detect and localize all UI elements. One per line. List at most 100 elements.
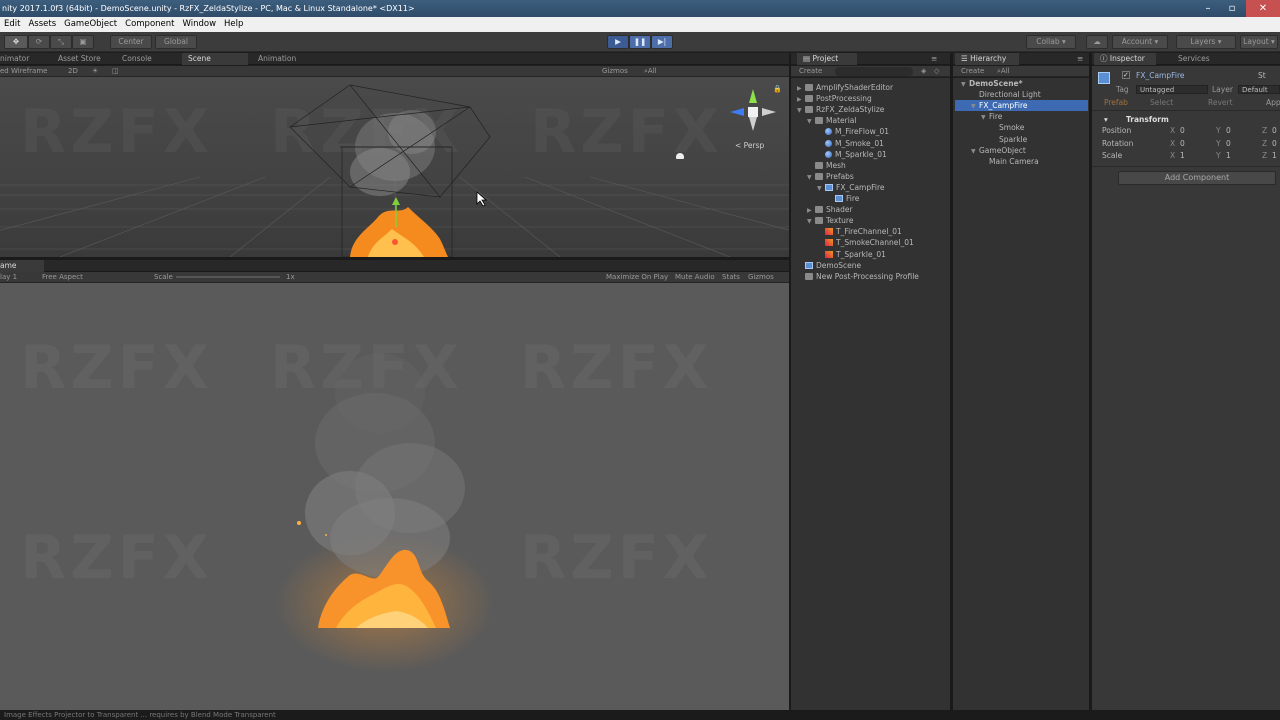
prefab-revert-button[interactable]: Revert [1208,98,1233,107]
project-item[interactable]: ▼ FX_CampFire [817,182,885,193]
rect-tool-icon[interactable]: ▣ [72,35,94,49]
stats-toggle[interactable]: Stats [722,272,740,283]
project-search-input[interactable] [835,67,913,76]
project-item[interactable]: ▶ AmplifyShaderEditor [797,82,893,93]
layer-dropdown[interactable]: Default [1238,85,1280,94]
collab-button[interactable]: Collab ▾ [1026,35,1076,49]
tag-dropdown[interactable]: Untagged [1136,85,1208,94]
project-item[interactable]: ▼ Texture [807,215,853,226]
aspect-dropdown[interactable]: Free Aspect [42,272,83,283]
transform-y-field[interactable]: 1 [1226,151,1231,160]
hierarchy-item[interactable]: Smoke [991,122,1024,133]
scale-slider[interactable] [176,276,280,278]
project-item[interactable]: ▼ RzFX_ZeldaStylize [797,104,884,115]
hierarchy-create-dropdown[interactable]: Create [961,66,984,77]
menu-assets[interactable]: Assets [28,17,56,32]
display-dropdown[interactable]: lay 1 [0,272,17,283]
transform-z-field[interactable]: 0 [1272,126,1277,135]
project-item[interactable]: New Post-Processing Profile [797,271,919,282]
transform-y-field[interactable]: 0 [1226,126,1231,135]
filter-icon[interactable]: ◈ [921,66,926,77]
menu-window[interactable]: Window [183,17,217,32]
project-item[interactable]: Mesh [807,160,846,171]
scene-search-input[interactable]: ⌕All [644,66,657,77]
transform-y-field[interactable]: 0 [1226,139,1231,148]
object-name-field[interactable]: FX_CampFire [1136,71,1185,80]
add-component-button[interactable]: Add Component [1118,171,1276,185]
project-item[interactable]: T_FireChannel_01 [817,226,902,237]
persp-label[interactable]: < Persp [735,141,764,150]
hierarchy-item[interactable]: ▼ FX_CampFire [971,100,1028,111]
project-item[interactable]: T_SmokeChannel_01 [817,237,914,248]
tab-animator[interactable]: nimator [0,53,35,65]
layers-dropdown[interactable]: Layers ▾ [1176,35,1236,49]
tab-project[interactable]: ▤ Project [797,53,857,65]
hierarchy-search-input[interactable]: ⌕All [997,66,1010,77]
tab-game[interactable]: ame [0,260,44,272]
tab-asset-store[interactable]: Asset Store [52,53,107,65]
project-item[interactable]: T_Sparkle_01 [817,249,886,260]
transform-header[interactable]: Transform [1126,115,1169,124]
hierarchy-item[interactable]: Directional Light [971,89,1041,100]
lighting-icon[interactable]: ☀ [92,66,98,77]
close-icon[interactable]: ✕ [1246,0,1280,17]
tab-hierarchy[interactable]: ☰ Hierarchy [955,53,1019,65]
project-create-dropdown[interactable]: Create [799,66,822,77]
step-button[interactable]: ▶| [651,35,673,49]
prefab-apply-button[interactable]: App [1266,98,1280,107]
menu-edit[interactable]: Edit [4,17,20,32]
directional-light-icon[interactable] [676,153,684,159]
transform-x-field[interactable]: 0 [1180,126,1185,135]
hierarchy-item[interactable]: Main Camera [981,156,1039,167]
hierarchy-item[interactable]: Sparkle [991,134,1027,145]
project-item[interactable]: DemoScene [797,260,861,271]
transform-x-field[interactable]: 0 [1180,139,1185,148]
project-item[interactable]: M_FireFlow_01 [817,126,889,137]
project-item[interactable]: ▶ Shader [807,204,853,215]
tag-filter-icon[interactable]: ◇ [934,66,939,77]
layout-dropdown[interactable]: Layout ▾ [1240,35,1278,49]
account-dropdown[interactable]: Account ▾ [1112,35,1168,49]
tree-arrow-icon[interactable]: ▼ [971,146,979,157]
menu-gameobject[interactable]: GameObject [64,17,117,32]
mute-audio-toggle[interactable]: Mute Audio [675,272,715,283]
project-item[interactable]: M_Sparkle_01 [817,149,887,160]
transform-z-field[interactable]: 1 [1272,151,1277,160]
hierarchy-item[interactable]: ▼ GameObject [971,145,1026,156]
active-checkbox[interactable]: ✓ [1122,71,1130,79]
hierarchy-item[interactable]: ▼ DemoScene* [961,78,1023,89]
tree-arrow-icon[interactable]: ▼ [797,105,805,116]
tab-services[interactable]: Services [1172,53,1216,65]
tab-console[interactable]: Console [116,53,158,65]
menu-help[interactable]: Help [224,17,243,32]
tree-arrow-icon[interactable]: ▼ [807,216,815,227]
project-item[interactable]: ▼ Prefabs [807,171,854,182]
hierarchy-item[interactable]: ▼ Fire [981,111,1002,122]
transform-x-field[interactable]: 1 [1180,151,1185,160]
project-item[interactable]: ▶ PostProcessing [797,93,872,104]
menu-component[interactable]: Component [125,17,174,32]
scale-tool-icon[interactable]: ⤡ [50,35,72,49]
project-item[interactable]: ▼ Material [807,115,856,126]
project-item[interactable]: Fire [827,193,859,204]
project-item[interactable]: M_Smoke_01 [817,138,884,149]
tree-arrow-icon[interactable]: ▼ [981,112,989,123]
game-view[interactable]: RZFX RZFX RZFX RZFX RZFX [0,283,789,710]
transform-z-field[interactable]: 0 [1272,139,1277,148]
scene-gizmos-dropdown[interactable]: Gizmos [602,66,628,77]
maximize-on-play-toggle[interactable]: Maximize On Play [606,272,668,283]
maximize-icon[interactable]: ▫ [1220,0,1244,17]
tab-animation[interactable]: Animation [252,53,302,65]
shading-mode-dropdown[interactable]: ed Wireframe [0,66,47,77]
pivot-center-button[interactable]: Center [110,35,152,49]
move-tool-icon[interactable]: ✥ [4,35,28,49]
cloud-icon[interactable]: ☁ [1086,35,1108,49]
prefab-select-button[interactable]: Select [1150,98,1173,107]
pause-button[interactable]: ❚❚ [629,35,651,49]
scene-orientation-gizmo[interactable] [728,85,778,135]
minimize-icon[interactable]: – [1196,0,1220,17]
tab-scene[interactable]: Scene [182,53,248,65]
hierarchy-menu-icon[interactable]: ≡ [1077,53,1083,65]
project-menu-icon[interactable]: ≡ [931,53,937,65]
lock-icon[interactable]: 🔒 [773,85,782,93]
